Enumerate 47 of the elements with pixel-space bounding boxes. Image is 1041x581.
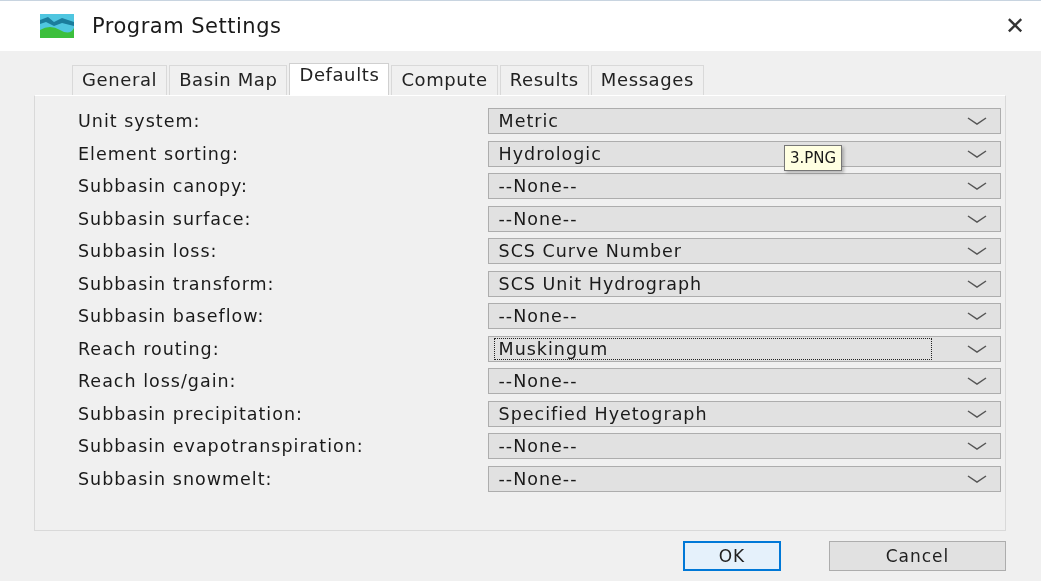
- dropdown[interactable]: SCS Unit Hydrograph: [487, 270, 1001, 297]
- landscape-icon: [40, 14, 74, 38]
- chevron-down-icon: [966, 441, 988, 452]
- setting-label: Subbasin evapotranspiration:: [78, 436, 365, 457]
- chevron-down-icon: [966, 213, 988, 224]
- chevron-down-icon: [966, 246, 988, 257]
- dropdown[interactable]: Specified Hyetograph: [487, 400, 1001, 427]
- dropdown[interactable]: --None--: [487, 465, 1001, 492]
- setting-label: Reach loss/gain:: [78, 371, 238, 392]
- dropdown[interactable]: --None--: [487, 173, 1001, 200]
- setting-label: Element sorting:: [78, 143, 240, 164]
- dialog-button[interactable]: OK: [683, 541, 781, 571]
- dropdown[interactable]: Metric: [487, 108, 1001, 135]
- tab[interactable]: Compute: [391, 65, 498, 95]
- dropdown[interactable]: --None--: [487, 205, 1001, 232]
- window-title: Program Settings: [92, 14, 283, 38]
- tab[interactable]: Results: [499, 65, 589, 95]
- setting-label: Subbasin precipitation:: [78, 403, 304, 424]
- dropdown[interactable]: --None--: [487, 433, 1001, 460]
- chevron-down-icon: [966, 148, 988, 159]
- tab[interactable]: Messages: [590, 65, 704, 95]
- setting-label: Subbasin surface:: [78, 208, 253, 229]
- chevron-down-icon: [966, 181, 988, 192]
- chevron-down-icon: [966, 311, 988, 322]
- chevron-down-icon: [966, 376, 988, 387]
- tab[interactable]: Defaults: [289, 63, 390, 95]
- chevron-down-icon: [966, 343, 988, 354]
- dialog-button[interactable]: Cancel: [829, 541, 1006, 571]
- setting-label: Subbasin snowmelt:: [78, 468, 274, 489]
- dropdown[interactable]: Muskingum: [487, 335, 1001, 362]
- setting-label: Subbasin loss:: [78, 241, 219, 262]
- dropdown[interactable]: --None--: [487, 368, 1001, 395]
- chevron-down-icon: [966, 116, 988, 127]
- chevron-down-icon: [966, 278, 988, 289]
- chevron-down-icon: [966, 473, 988, 484]
- setting-label: Subbasin transform:: [78, 273, 276, 294]
- tab[interactable]: General: [72, 65, 168, 95]
- setting-label: Subbasin baseflow:: [78, 306, 266, 327]
- setting-label: Unit system:: [78, 111, 202, 132]
- dropdown[interactable]: --None--: [487, 303, 1001, 330]
- setting-label: Subbasin canopy:: [78, 176, 249, 197]
- chevron-down-icon: [966, 408, 988, 419]
- tab[interactable]: Basin Map: [169, 65, 288, 95]
- dropdown[interactable]: SCS Curve Number: [487, 238, 1001, 265]
- close-button[interactable]: ✕: [1004, 12, 1025, 40]
- tooltip: 3.PNG: [784, 145, 843, 171]
- setting-label: Reach routing:: [78, 338, 221, 359]
